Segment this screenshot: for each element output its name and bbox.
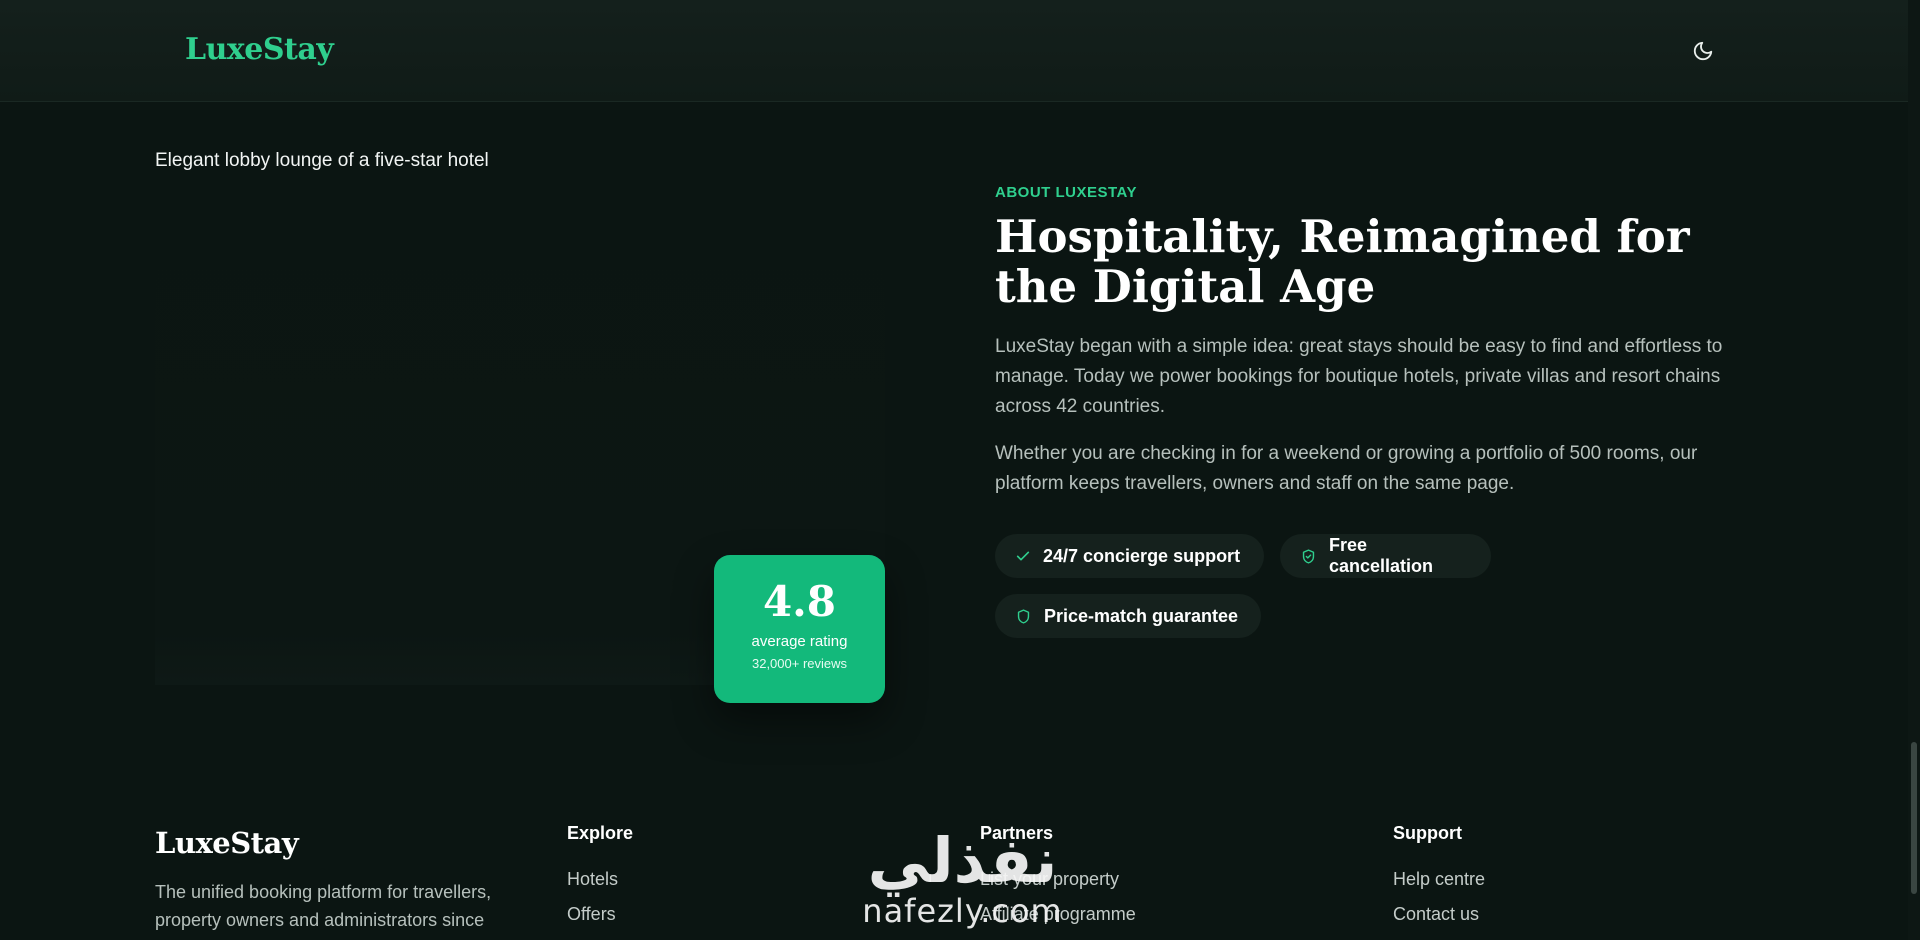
footer-column-partners: Partners List your property Affiliate pr…	[980, 823, 1136, 932]
rating-value: 4.8	[762, 577, 837, 626]
footer-column-explore: Explore Hotels Offers	[567, 823, 633, 932]
footer-link-contact[interactable]: Contact us	[1393, 897, 1485, 932]
check-icon	[1016, 551, 1030, 561]
rating-label: average rating	[751, 633, 848, 650]
image-alt-text: Elegant lobby lounge of a five-star hote…	[155, 150, 489, 171]
footer-column-title: Support	[1393, 823, 1462, 843]
feature-pill-price-match: Price-match guarantee	[995, 594, 1261, 638]
shield-check-icon	[1302, 548, 1315, 564]
footer-column-title: Explore	[567, 823, 634, 843]
footer-link-hotels[interactable]: Hotels	[567, 862, 633, 897]
footer-link-offers[interactable]: Offers	[567, 897, 633, 932]
footer-link-list-property[interactable]: List your property	[980, 862, 1136, 897]
rating-card: 4.8 average rating 32,000+ reviews	[714, 555, 885, 703]
footer-tagline: The unified booking platform for travell…	[155, 882, 492, 930]
feature-pill-label: Free cancellation	[1329, 535, 1434, 576]
footer-column-title: Partners	[980, 823, 1054, 843]
page-scrollbar-thumb[interactable]	[1911, 742, 1917, 894]
footer-link-affiliate[interactable]: Affiliate programme	[980, 897, 1136, 932]
shield-icon	[1017, 608, 1030, 624]
top-navbar: LuxeStay	[0, 0, 1908, 102]
footer-column-support: Support Help centre Contact us	[1393, 823, 1485, 932]
theme-toggle-button[interactable]	[1688, 36, 1718, 66]
brand-logo[interactable]: LuxeStay	[185, 32, 334, 67]
feature-pill-label: 24/7 concierge support	[1043, 545, 1241, 566]
feature-pill-cancellation: Free cancellation	[1280, 534, 1491, 578]
about-paragraph: LuxeStay began with a simple idea: great…	[995, 336, 1723, 417]
feature-pill-concierge: 24/7 concierge support	[995, 534, 1264, 578]
section-headline: Hospitality, Reimagined for the Digital …	[995, 210, 1690, 313]
feature-pill-label: Price-match guarantee	[1044, 605, 1239, 626]
about-paragraph: Whether you are checking in for a weeken…	[995, 443, 1698, 494]
footer-link-help-centre[interactable]: Help centre	[1393, 862, 1485, 897]
rating-reviews-count: 32,000+ reviews	[751, 656, 848, 671]
footer-brand[interactable]: LuxeStay	[155, 826, 299, 860]
section-eyebrow: ABOUT LUXESTAY	[995, 184, 1138, 201]
moon-icon	[1693, 41, 1713, 61]
